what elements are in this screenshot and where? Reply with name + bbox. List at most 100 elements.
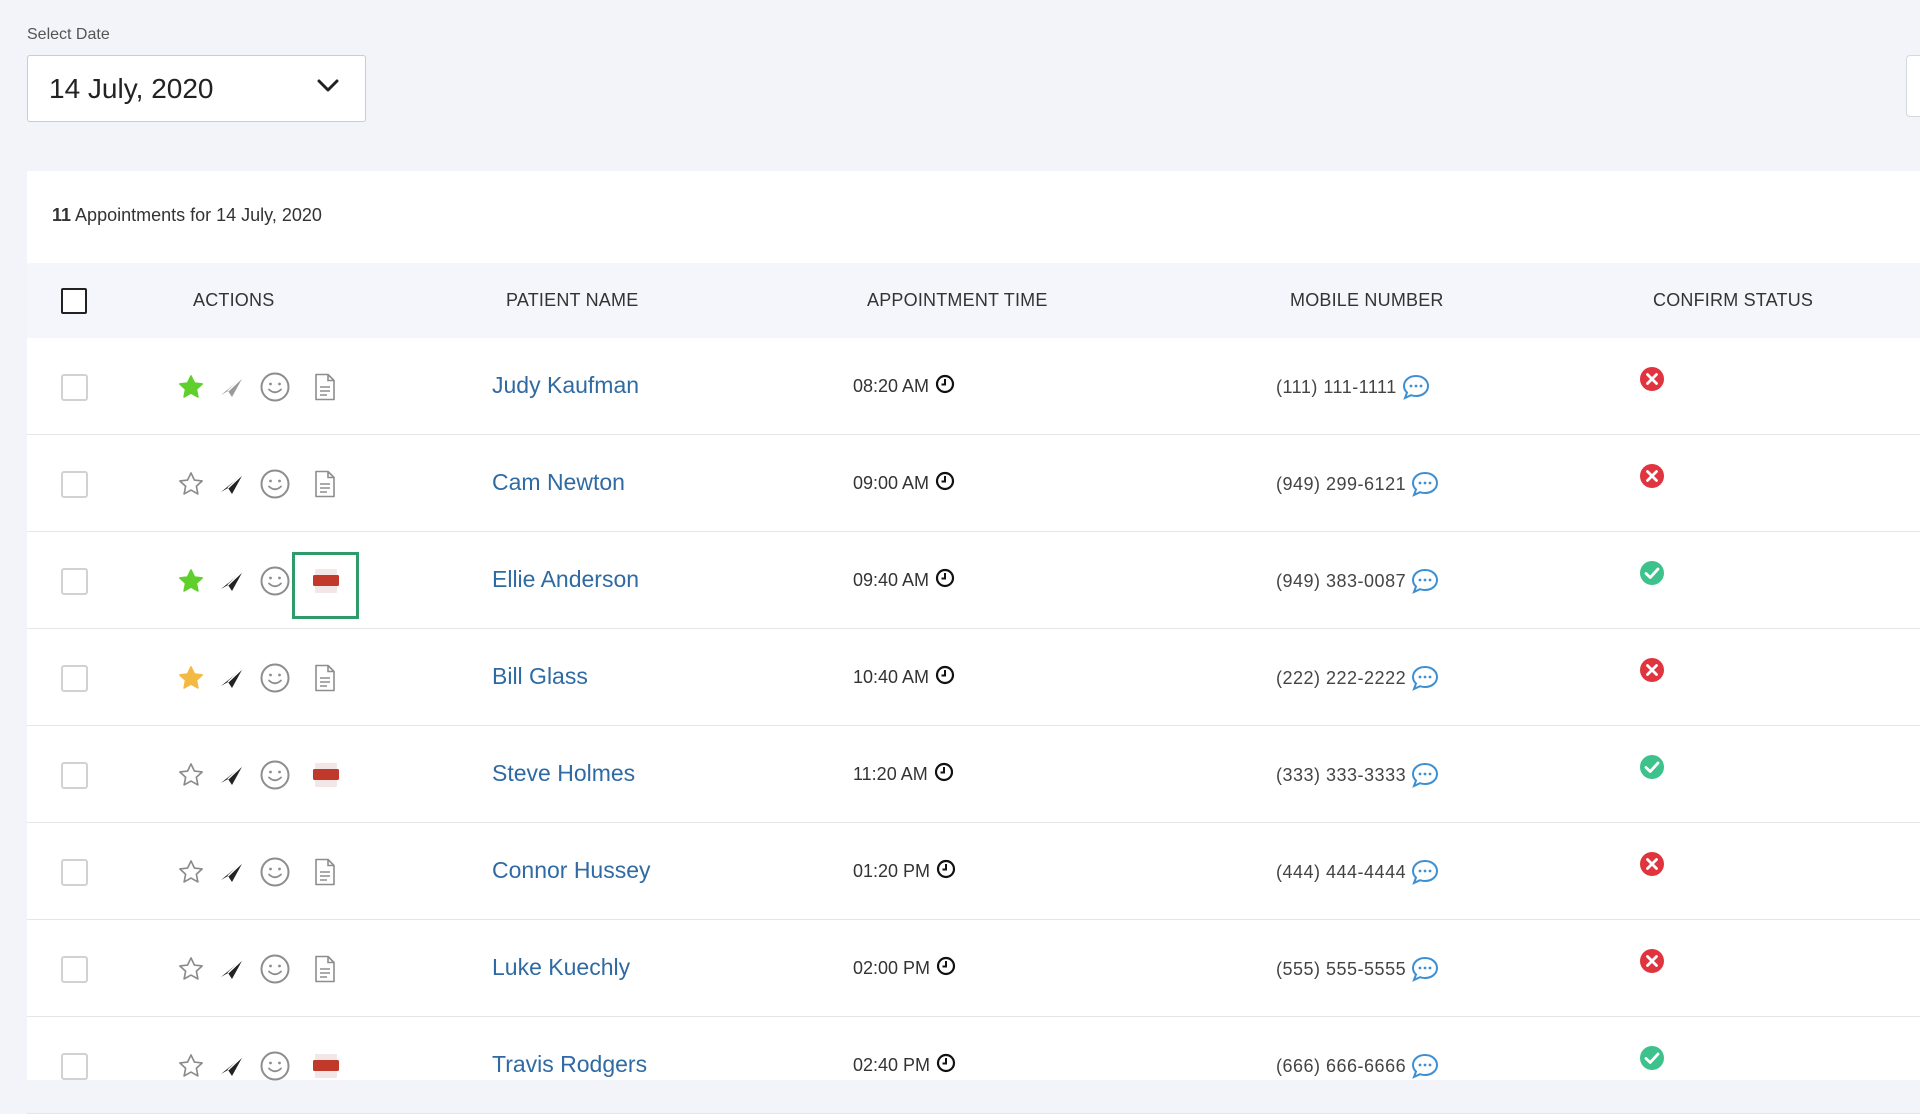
chat-icon[interactable] bbox=[1411, 471, 1439, 497]
unconfirmed-x-icon bbox=[1639, 657, 1665, 688]
appointment-time: 02:00 PM bbox=[853, 956, 956, 981]
chat-icon[interactable] bbox=[1402, 374, 1430, 400]
pdf-icon[interactable] bbox=[312, 567, 340, 595]
clock-icon bbox=[936, 859, 956, 884]
table-row: Cam Newton 09:00 AM (949) 299-6121 bbox=[27, 435, 1920, 532]
date-dropdown[interactable]: 14 July, 2020 bbox=[27, 55, 366, 122]
column-header-patient-name[interactable]: PATIENT NAME bbox=[506, 263, 638, 338]
clock-icon bbox=[934, 762, 954, 787]
date-dropdown-value: 14 July, 2020 bbox=[49, 72, 214, 104]
star-outline-icon[interactable] bbox=[177, 955, 205, 983]
appointment-time-text: 01:20 PM bbox=[853, 861, 931, 881]
doc-icon[interactable] bbox=[314, 373, 336, 401]
clock-icon bbox=[935, 374, 955, 399]
pdf-icon[interactable] bbox=[312, 761, 340, 789]
appointment-time: 02:40 PM bbox=[853, 1053, 956, 1078]
chat-icon[interactable] bbox=[1411, 665, 1439, 691]
column-header-mobile-number[interactable]: MOBILE NUMBER bbox=[1290, 263, 1444, 338]
chat-icon[interactable] bbox=[1411, 859, 1439, 885]
appointment-time-text: 11:20 AM bbox=[853, 764, 928, 784]
row-checkbox[interactable] bbox=[61, 859, 88, 886]
patient-name-link[interactable]: Judy Kaufman bbox=[492, 372, 639, 399]
chat-icon[interactable] bbox=[1411, 568, 1439, 594]
send-icon[interactable] bbox=[219, 860, 245, 884]
row-checkbox[interactable] bbox=[61, 1053, 88, 1080]
smiley-icon[interactable] bbox=[259, 371, 291, 403]
clock-icon bbox=[935, 471, 955, 496]
star-outline-icon[interactable] bbox=[177, 470, 205, 498]
patient-name-link[interactable]: Cam Newton bbox=[492, 469, 625, 496]
top-right-control[interactable] bbox=[1906, 55, 1920, 117]
mobile-number: (111) 111-1111 bbox=[1276, 374, 1430, 400]
smiley-icon[interactable] bbox=[259, 953, 291, 985]
column-header-appointment-time[interactable]: APPOINTMENT TIME bbox=[867, 263, 1048, 338]
row-checkbox[interactable] bbox=[61, 374, 88, 401]
appointment-time: 09:40 AM bbox=[853, 568, 955, 593]
appointments-count: 11 Appointments for 14 July, 2020 bbox=[52, 205, 322, 226]
patient-name-link[interactable]: Travis Rodgers bbox=[492, 1051, 647, 1078]
chat-icon[interactable] bbox=[1411, 762, 1439, 788]
send-icon[interactable] bbox=[219, 763, 245, 787]
row-checkbox[interactable] bbox=[61, 665, 88, 692]
chat-icon[interactable] bbox=[1411, 956, 1439, 982]
row-checkbox[interactable] bbox=[61, 471, 88, 498]
send-icon[interactable] bbox=[219, 957, 245, 981]
patient-name-link[interactable]: Bill Glass bbox=[492, 663, 588, 690]
doc-icon[interactable] bbox=[314, 955, 336, 983]
patient-name-link[interactable]: Connor Hussey bbox=[492, 857, 651, 884]
table-row: Ellie Anderson 09:40 AM (949) 383-0087 bbox=[27, 532, 1920, 629]
star-filled-icon[interactable] bbox=[177, 664, 205, 692]
mobile-number-text: (222) 222-2222 bbox=[1276, 667, 1407, 688]
table-header: ACTIONS PATIENT NAME APPOINTMENT TIME MO… bbox=[27, 263, 1920, 338]
pdf-icon[interactable] bbox=[312, 1052, 340, 1080]
star-outline-icon[interactable] bbox=[177, 761, 205, 789]
mobile-number-text: (111) 111-1111 bbox=[1276, 376, 1397, 397]
doc-icon[interactable] bbox=[314, 470, 336, 498]
patient-name-link[interactable]: Steve Holmes bbox=[492, 760, 635, 787]
patient-name-link[interactable]: Ellie Anderson bbox=[492, 566, 639, 593]
appointments-panel: 11 Appointments for 14 July, 2020 ACTION… bbox=[27, 171, 1920, 1114]
chevron-down-icon bbox=[317, 79, 339, 98]
appointments-count-text: Appointments for 14 July, 2020 bbox=[75, 205, 322, 225]
chat-icon[interactable] bbox=[1411, 1053, 1439, 1079]
mobile-number: (222) 222-2222 bbox=[1276, 665, 1439, 691]
confirmed-check-icon bbox=[1639, 754, 1665, 785]
send-icon[interactable] bbox=[219, 666, 245, 690]
column-header-actions: ACTIONS bbox=[193, 290, 275, 310]
appointment-time: 08:20 AM bbox=[853, 374, 955, 399]
send-icon[interactable] bbox=[219, 1054, 245, 1078]
confirmed-check-icon bbox=[1639, 560, 1665, 591]
row-checkbox[interactable] bbox=[61, 762, 88, 789]
smiley-icon[interactable] bbox=[259, 856, 291, 888]
mobile-number: (444) 444-4444 bbox=[1276, 859, 1439, 885]
smiley-icon[interactable] bbox=[259, 759, 291, 791]
column-header-confirm-status[interactable]: CONFIRM STATUS bbox=[1653, 263, 1813, 338]
mobile-number: (555) 555-5555 bbox=[1276, 956, 1439, 982]
doc-icon[interactable] bbox=[314, 664, 336, 692]
send-icon[interactable] bbox=[219, 472, 245, 496]
send-icon[interactable] bbox=[219, 569, 245, 593]
patient-name-link[interactable]: Luke Kuechly bbox=[492, 954, 630, 981]
smiley-icon[interactable] bbox=[259, 662, 291, 694]
appointment-time-text: 02:40 PM bbox=[853, 1055, 931, 1075]
mobile-number-text: (444) 444-4444 bbox=[1276, 861, 1407, 882]
table-row: Connor Hussey 01:20 PM (444) 444-4444 bbox=[27, 823, 1920, 920]
smiley-icon[interactable] bbox=[259, 468, 291, 500]
star-outline-icon[interactable] bbox=[177, 858, 205, 886]
table-row: Bill Glass 10:40 AM (222) 222-2222 bbox=[27, 629, 1920, 726]
row-checkbox[interactable] bbox=[61, 568, 88, 595]
send-icon[interactable] bbox=[219, 375, 245, 399]
clock-icon bbox=[936, 956, 956, 981]
star-outline-icon[interactable] bbox=[177, 1052, 205, 1080]
mobile-number-text: (333) 333-3333 bbox=[1276, 764, 1407, 785]
row-checkbox[interactable] bbox=[61, 956, 88, 983]
smiley-icon[interactable] bbox=[259, 565, 291, 597]
star-filled-icon[interactable] bbox=[177, 567, 205, 595]
clock-icon bbox=[935, 665, 955, 690]
mobile-number: (666) 666-6666 bbox=[1276, 1053, 1439, 1079]
smiley-icon[interactable] bbox=[259, 1050, 291, 1082]
select-all-checkbox[interactable] bbox=[61, 288, 87, 314]
clock-icon bbox=[936, 1053, 956, 1078]
star-filled-icon[interactable] bbox=[177, 373, 205, 401]
doc-icon[interactable] bbox=[314, 858, 336, 886]
